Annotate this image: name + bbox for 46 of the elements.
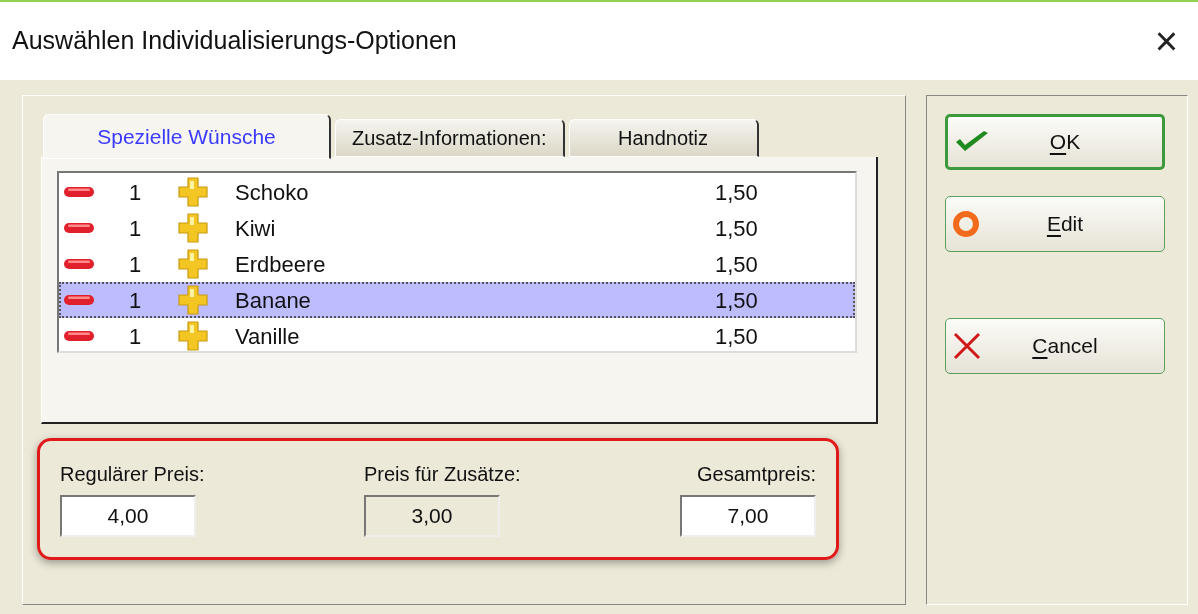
minus-icon[interactable] bbox=[63, 222, 95, 234]
item-price: 1,50 bbox=[715, 286, 758, 315]
minus-icon[interactable] bbox=[63, 294, 95, 306]
list-row[interactable]: 1 Erdbeere 1,50 bbox=[59, 246, 855, 282]
plus-icon[interactable] bbox=[177, 320, 209, 352]
price-label: Preis für Zusätze: bbox=[363, 462, 521, 487]
edit-button[interactable]: Edit bbox=[945, 196, 1165, 252]
ring-icon bbox=[952, 210, 980, 238]
minus-icon[interactable] bbox=[63, 330, 95, 342]
item-price: 1,50 bbox=[715, 178, 758, 207]
list-row[interactable]: 1 Kiwi 1,50 bbox=[59, 210, 855, 246]
tab[interactable]: Spezielle Wünsche bbox=[43, 114, 331, 159]
list-row[interactable]: 1 Banane 1,50 bbox=[59, 282, 855, 318]
item-name: Vanille bbox=[235, 322, 301, 351]
quantity-text: 1 bbox=[129, 178, 143, 207]
tab[interactable]: Handnotiz bbox=[568, 119, 759, 157]
close-button[interactable]: × bbox=[1146, 21, 1186, 61]
minus-icon[interactable] bbox=[63, 186, 95, 198]
price-label: Gesamtpreis: bbox=[697, 462, 816, 487]
price-field[interactable]: 7,00 bbox=[680, 495, 816, 537]
cross-icon bbox=[952, 331, 982, 361]
tab[interactable]: Zusatz-Informationen: bbox=[335, 119, 565, 157]
quantity-text: 1 bbox=[129, 322, 143, 351]
plus-icon[interactable] bbox=[177, 248, 209, 280]
cancel-button[interactable]: Cancel bbox=[945, 318, 1165, 374]
quantity-text: 1 bbox=[129, 250, 143, 279]
item-price: 1,50 bbox=[715, 322, 758, 351]
item-price: 1,50 bbox=[715, 250, 758, 279]
list-row[interactable]: 1 Schoko 1,50 bbox=[59, 174, 855, 210]
item-name: Schoko bbox=[235, 178, 310, 207]
ok-button[interactable]: OK bbox=[945, 114, 1165, 170]
price-label: Regulärer Preis: bbox=[60, 462, 205, 487]
item-name: Kiwi bbox=[235, 214, 277, 243]
plus-icon[interactable] bbox=[177, 176, 209, 208]
price-field[interactable]: 4,00 bbox=[60, 495, 196, 537]
quantity-text: 1 bbox=[129, 286, 143, 315]
plus-icon[interactable] bbox=[177, 284, 209, 316]
item-price: 1,50 bbox=[715, 214, 758, 243]
list-row[interactable]: 1 Vanille 1,50 bbox=[59, 318, 855, 354]
item-name: Banane bbox=[235, 286, 312, 315]
window-title: Auswählen Individualisierungs-Optionen bbox=[12, 25, 457, 57]
item-name: Erdbeere bbox=[235, 250, 327, 279]
plus-icon[interactable] bbox=[177, 212, 209, 244]
minus-icon[interactable] bbox=[63, 258, 95, 270]
quantity-text: 1 bbox=[129, 214, 143, 243]
checkmark-icon bbox=[954, 130, 990, 154]
